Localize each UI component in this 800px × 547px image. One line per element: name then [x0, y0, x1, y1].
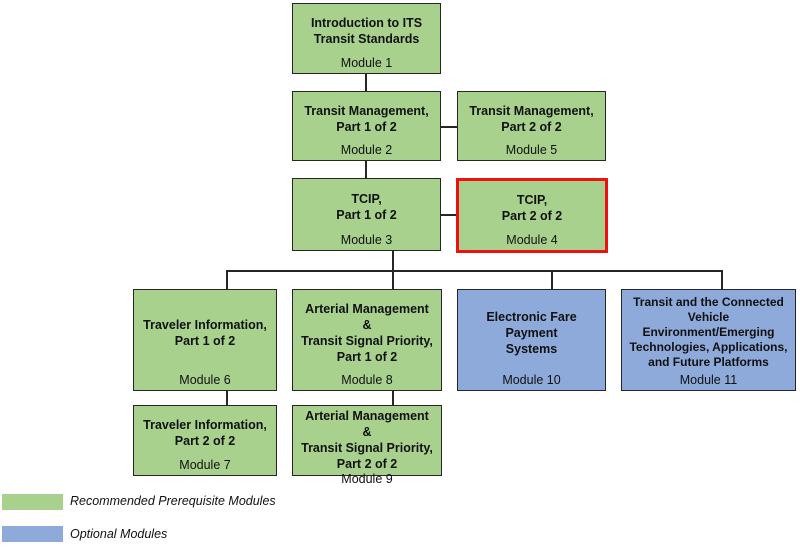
- connector-m8-m9: [392, 390, 394, 405]
- module-title: Transit Management, Part 2 of 2: [469, 103, 594, 134]
- module-number: Module 2: [340, 143, 393, 157]
- module-number: Module 6: [179, 373, 231, 387]
- module-4-box: TCIP, Part 2 of 2 Module 4: [456, 178, 608, 253]
- connector-m2-m5: [440, 126, 457, 128]
- connector-m3-m4: [440, 214, 457, 216]
- connector-bus-m6: [226, 270, 228, 289]
- module-8-box: Arterial Management & Transit Signal Pri…: [292, 289, 442, 391]
- module-number: Module 3: [340, 233, 393, 247]
- legend-swatch-recommended: [2, 494, 63, 510]
- module-number: Module 10: [502, 373, 561, 387]
- module-title: Transit Management, Part 1 of 2: [304, 103, 429, 134]
- module-9-box: Arterial Management & Transit Signal Pri…: [292, 405, 442, 486]
- connector-m6-m7: [226, 390, 228, 405]
- connector-bus: [226, 270, 722, 272]
- module-11-box: Transit and the Connected Vehicle Enviro…: [621, 289, 796, 391]
- module-1-box: Introduction to ITS Transit Standards Mo…: [292, 3, 441, 74]
- module-title: TCIP, Part 1 of 2: [336, 192, 397, 222]
- module-5-box: Transit Management, Part 2 of 2 Module 5: [457, 91, 606, 161]
- module-title: TCIP, Part 2 of 2: [501, 193, 563, 223]
- connector-bus-m11: [721, 270, 723, 289]
- module-title: Arterial Management & Transit Signal Pri…: [301, 301, 433, 364]
- module-number: Module 1: [340, 56, 393, 70]
- connector-m3-bus: [392, 250, 394, 271]
- module-title: Introduction to ITS Transit Standards: [310, 16, 423, 46]
- module-7-box: Traveler Information, Part 2 of 2 Module…: [133, 405, 277, 476]
- module-number: Module 5: [505, 143, 558, 157]
- legend-label-recommended: Recommended Prerequisite Modules: [70, 494, 276, 508]
- connector-m2-m3: [365, 160, 367, 178]
- module-title: Traveler Information, Part 2 of 2: [143, 418, 267, 448]
- legend-swatch-optional: [2, 526, 63, 542]
- module-title: Transit and the Connected Vehicle Enviro…: [629, 294, 788, 369]
- connector-m1-m2: [365, 73, 367, 91]
- module-number: Module 9: [341, 472, 393, 486]
- module-title: Arterial Management & Transit Signal Pri…: [301, 409, 433, 471]
- module-3-box: TCIP, Part 1 of 2 Module 3: [292, 178, 441, 251]
- module-2-box: Transit Management, Part 1 of 2 Module 2: [292, 91, 441, 161]
- legend-label-optional: Optional Modules: [70, 527, 168, 541]
- module-title: Traveler Information, Part 1 of 2: [143, 317, 267, 348]
- connector-bus-m10: [551, 270, 553, 289]
- module-number: Module 8: [341, 373, 393, 387]
- module-title: Electronic Fare Payment Systems: [486, 309, 577, 356]
- module-number: Module 4: [506, 233, 558, 247]
- module-number: Module 7: [179, 458, 231, 472]
- module-number: Module 11: [679, 373, 738, 387]
- module-10-box: Electronic Fare Payment Systems Module 1…: [457, 289, 606, 391]
- module-6-box: Traveler Information, Part 1 of 2 Module…: [133, 289, 277, 391]
- connector-bus-m8: [392, 270, 394, 289]
